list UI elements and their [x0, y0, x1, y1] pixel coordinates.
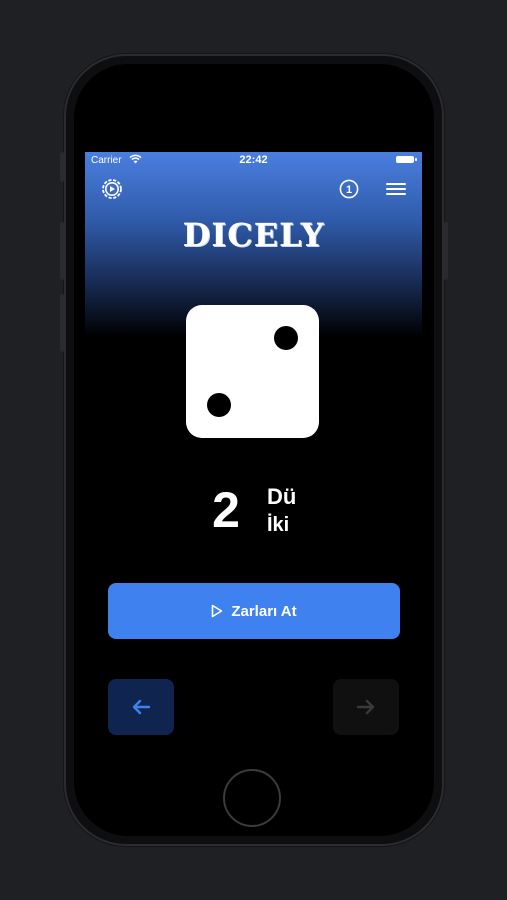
dice-face-two[interactable] [186, 305, 319, 438]
menu-button[interactable] [386, 180, 406, 198]
result-word-line-2: İki [267, 514, 290, 536]
settings-icon [102, 179, 122, 199]
volume-down-button [60, 294, 64, 352]
next-button[interactable] [333, 679, 399, 735]
info-badge-number: 1 [346, 184, 352, 196]
battery-icon [396, 156, 417, 163]
result-word-line-1: Dü [267, 484, 297, 509]
power-button [444, 222, 448, 280]
app-screen: Carrier 22:42 1 DICELY 2 Dü İki Zarları … [85, 152, 422, 752]
status-time: 22:42 [239, 154, 268, 166]
volume-up-button [60, 222, 64, 280]
roll-dice-label: Zarları At [231, 602, 297, 620]
previous-button[interactable] [108, 679, 174, 735]
hamburger-menu-icon [386, 183, 406, 195]
home-button[interactable] [223, 769, 281, 827]
die-pip [207, 393, 231, 417]
die-pip [274, 326, 298, 350]
status-bar: Carrier 22:42 [85, 152, 422, 170]
result-number: 2 [212, 482, 240, 538]
app-logo: DICELY [182, 216, 325, 254]
roll-dice-button[interactable]: Zarları At [108, 583, 400, 639]
play-icon [212, 604, 223, 618]
arrow-left-icon [132, 699, 151, 715]
numbered-circle-icon: 1 [339, 179, 359, 199]
settings-button[interactable] [101, 178, 123, 200]
mute-switch [60, 152, 64, 182]
info-button[interactable]: 1 [339, 179, 359, 199]
arrow-right-icon [356, 699, 375, 715]
